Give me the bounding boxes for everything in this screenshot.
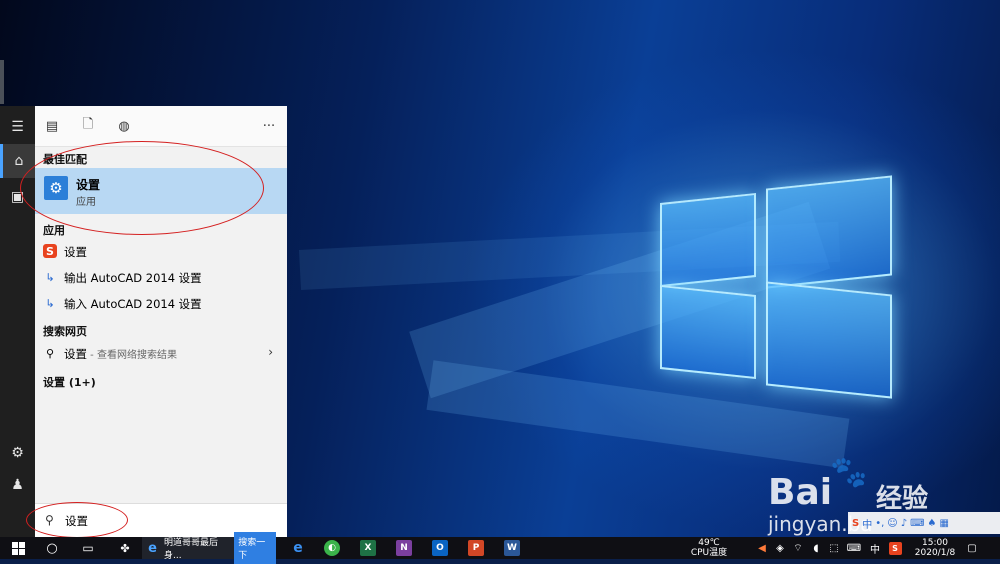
app-result-label: 设置	[64, 245, 87, 259]
clock-date: 2020/1/8	[914, 548, 956, 558]
windows-icon[interactable]	[8, 537, 28, 559]
ime-indicator[interactable]: 中	[868, 537, 882, 559]
app-result-sogou-settings[interactable]: S 设置	[35, 239, 287, 263]
section-settings: 设置 (1+)	[43, 376, 96, 389]
best-match-title: 设置	[76, 178, 101, 192]
flag-icon[interactable]: ◀	[756, 537, 768, 559]
gear-icon[interactable]: ⚙	[0, 436, 35, 470]
powerpoint-icon[interactable]: P	[466, 537, 486, 559]
home-icon[interactable]: ⌂	[0, 144, 35, 178]
web-result-label: 设置	[64, 347, 87, 361]
excel-icon[interactable]: X	[358, 537, 378, 559]
cpu-temperature[interactable]: 49℃ CPU温度	[690, 538, 728, 558]
search-results-panel: ▤ 🗋 ◍ ··· 最佳匹配 ⚙ 设置 应用 应用 S 设置 ↳ 输出 Auto…	[35, 106, 287, 538]
ime-skin-icon: ♠	[927, 517, 937, 529]
user-icon[interactable]: ♟	[0, 468, 35, 502]
web-result-hint: - 查看网络搜索结果	[87, 350, 177, 361]
more-button[interactable]: ···	[261, 118, 277, 134]
fan-app-icon[interactable]: ✤	[114, 537, 136, 559]
web-search-result[interactable]: ⚲ 设置 - 查看网络搜索结果 ›	[35, 341, 287, 365]
ie-window-title: 明道哥哥最后身...	[164, 538, 219, 561]
task-view-icon[interactable]: ▭	[78, 537, 98, 559]
ime-logo-icon: S	[852, 517, 860, 529]
window-edge	[0, 60, 4, 104]
start-rail: ☰ ⌂ ▣ ⚙ ♟	[0, 106, 35, 537]
keyboard-icon[interactable]: ⌨	[846, 537, 862, 559]
section-apps: 应用	[43, 224, 65, 237]
ime-toolbar: S 中 •, ☺ ♪ ⌨ ♠ ▦	[848, 512, 1000, 534]
ime-keyboard-icon: ⌨	[910, 517, 925, 529]
wifi-icon[interactable]: ⌔	[792, 537, 804, 559]
temperature-value: 49℃	[698, 538, 720, 548]
app-result-label: 输出 AutoCAD 2014 设置	[64, 271, 202, 285]
ie-search-button[interactable]: 搜索一下	[234, 532, 276, 564]
autocad-migrate-icon: ↳	[45, 270, 55, 284]
filter-toolbar: ▤ 🗋 ◍ ···	[35, 106, 287, 147]
edge-icon[interactable]: e	[288, 537, 308, 559]
app-result-autocad-import[interactable]: ↳ 输入 AutoCAD 2014 设置	[35, 291, 287, 315]
browser-360-icon[interactable]: ◐	[322, 537, 342, 559]
chevron-right-icon[interactable]: ›	[268, 345, 273, 359]
watermark-jingyan: 经验	[876, 484, 929, 514]
clock-time: 15:00	[922, 538, 948, 548]
windows-logo-pane-tr	[766, 175, 892, 289]
list-icon[interactable]: ▤	[43, 118, 61, 134]
search-input[interactable]: 设置	[65, 513, 88, 529]
windows-logo-pane-br	[766, 281, 892, 399]
best-match-subtitle: 应用	[76, 197, 96, 208]
windows-logo-pane-tl	[660, 192, 756, 288]
onenote-icon[interactable]: N	[394, 537, 414, 559]
search-icon: ⚲	[45, 513, 54, 527]
windows-logo-pane-bl	[660, 284, 756, 380]
volume-icon[interactable]: ◖	[810, 537, 822, 559]
ime-mode-icon: 中	[862, 519, 873, 531]
sogou-icon: S	[43, 244, 57, 258]
hamburger-icon[interactable]: ☰	[0, 110, 35, 144]
document-icon[interactable]: ▣	[0, 180, 35, 214]
settings-gear-icon: ⚙	[44, 176, 68, 200]
ime-punct-icon: •,	[875, 517, 885, 529]
word-icon[interactable]: W	[502, 537, 522, 559]
section-best-match: 最佳匹配	[43, 153, 87, 166]
autocad-migrate-icon: ↳	[45, 296, 55, 310]
taskbar-ie-window[interactable]: e 明道哥哥最后身... 搜索一下	[142, 532, 276, 564]
web-result-text: 设置 - 查看网络搜索结果	[64, 346, 177, 362]
app-result-label: 输入 AutoCAD 2014 设置	[64, 297, 202, 311]
app-result-autocad-export[interactable]: ↳ 输出 AutoCAD 2014 设置	[35, 265, 287, 289]
ime-emoji-icon: ☺	[887, 517, 898, 529]
baidu-logo: Bai	[768, 472, 833, 513]
section-web: 搜索网页	[43, 325, 87, 338]
globe-icon[interactable]: ◍	[115, 118, 133, 134]
taskbar: ○ ▭ ✤ e 明道哥哥最后身... 搜索一下 e ◐ X N O P W 49…	[0, 532, 1000, 564]
paw-icon: 🐾	[830, 455, 868, 490]
ime-menu-icon: ▦	[939, 517, 949, 529]
network-icon[interactable]: ⬚	[828, 537, 840, 559]
clock[interactable]: 15:00 2020/1/8	[910, 538, 960, 558]
temperature-label: CPU温度	[690, 548, 728, 558]
ie-icon: e	[148, 540, 157, 556]
defender-icon[interactable]: ◈	[774, 537, 786, 559]
search-icon: ⚲	[45, 346, 55, 360]
best-match-item[interactable]: ⚙ 设置 应用	[35, 168, 287, 214]
cortana-icon[interactable]: ○	[42, 537, 62, 559]
notification-icon[interactable]: ▢	[964, 537, 980, 559]
ime-mic-icon: ♪	[900, 517, 908, 529]
sogou-tray-icon[interactable]: S	[888, 537, 902, 559]
file-icon[interactable]: 🗋	[79, 117, 97, 134]
outlook-icon[interactable]: O	[430, 537, 450, 559]
